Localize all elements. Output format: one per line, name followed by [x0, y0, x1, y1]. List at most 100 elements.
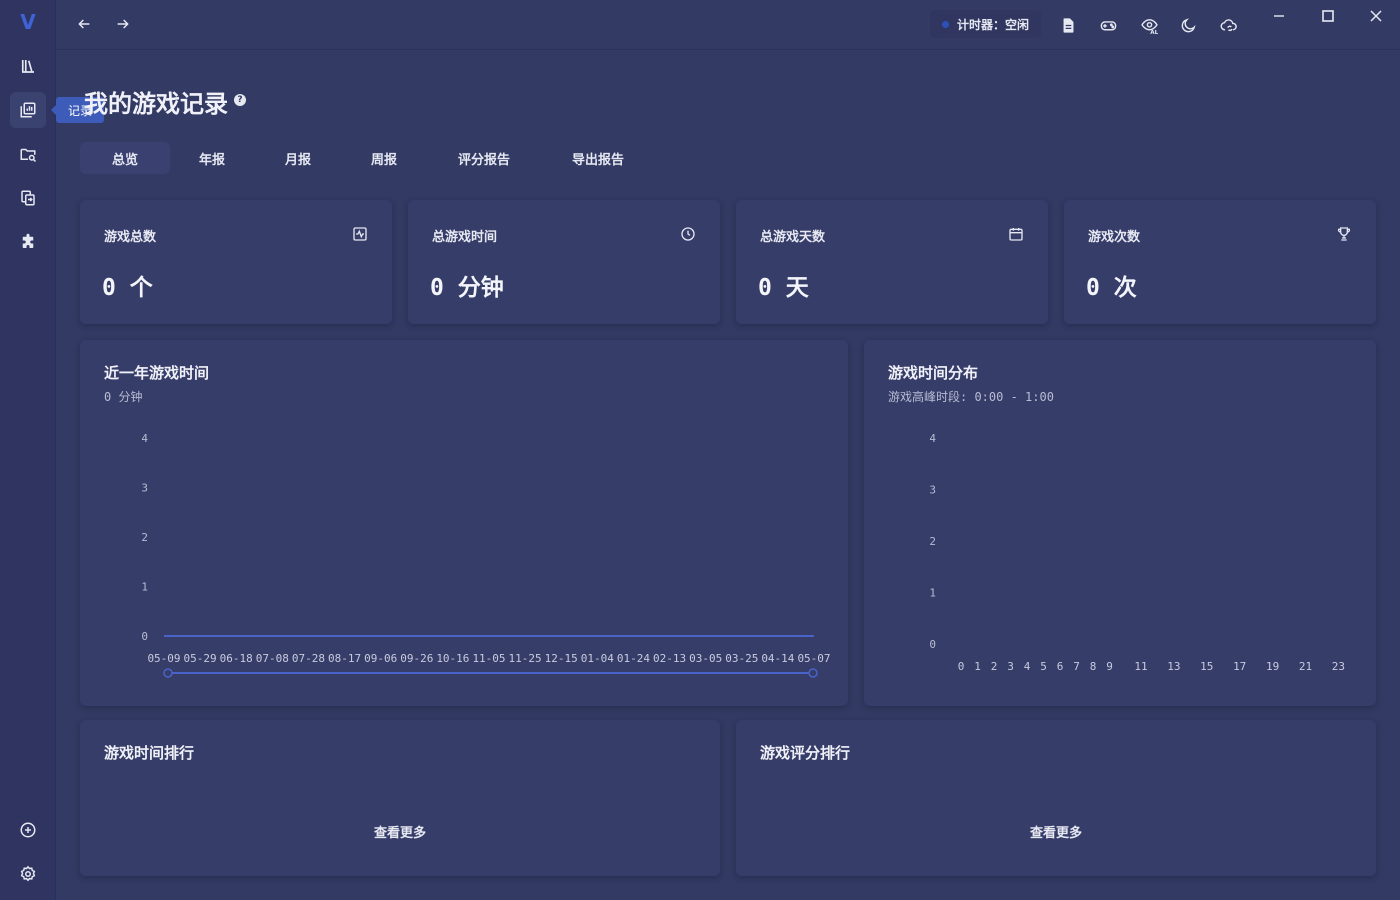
sidebar: V	[0, 0, 56, 900]
x-tick-label: 06-18	[220, 652, 253, 665]
maximize-button[interactable]	[1313, 4, 1343, 28]
timer-label: 计时器：空闲	[957, 17, 1030, 32]
x-tick-label: 03-05	[689, 652, 722, 665]
x-tick-label: 09-06	[364, 652, 397, 665]
time-distribution-panel: 游戏时间分布 游戏高峰时段: 0:00 - 1:00 0123401234567…	[864, 340, 1376, 706]
tab-export-report[interactable]: 导出报告	[550, 142, 646, 174]
document-button[interactable]	[1053, 10, 1083, 40]
maximize-icon	[1322, 10, 1334, 22]
x-tick-label: 01-24	[617, 652, 650, 665]
zoom-handle-end	[808, 668, 818, 678]
y-tick-label: 3	[141, 482, 148, 495]
sidebar-item-library[interactable]	[10, 48, 46, 84]
stat-value: 0 分钟	[430, 275, 504, 301]
x-tick-label: 10-16	[436, 652, 469, 665]
chart-icon	[20, 102, 36, 118]
x-tick-label: 19	[1266, 660, 1279, 673]
stat-label: 总游戏天数	[760, 230, 826, 245]
plus-circle-icon	[20, 822, 36, 838]
sidebar-item-record[interactable]	[10, 92, 46, 128]
document-icon	[1063, 17, 1073, 33]
transfer-icon	[21, 190, 35, 206]
y-tick-label: 4	[141, 432, 148, 445]
x-tick-label: 0	[958, 660, 965, 673]
tab-yearly[interactable]: 年报	[170, 142, 254, 174]
trophy-icon	[1337, 227, 1351, 241]
x-tick-label: 9	[1106, 660, 1113, 673]
distribution-bar-chart[interactable]: 012340 1 2 3 4 5 6 7 8 9 11 13 15 17 19 21 23	[864, 340, 1376, 706]
score-ranking-panel: 游戏评分排行 查看更多	[736, 720, 1376, 876]
x-tick-label: 23	[1332, 660, 1345, 673]
minimize-icon	[1274, 15, 1284, 17]
y-tick-label: 1	[929, 587, 936, 600]
theme-toggle-button[interactable]	[1173, 10, 1203, 40]
cloud-sync-button[interactable]	[1213, 10, 1243, 40]
sidebar-item-scan[interactable]	[10, 136, 46, 172]
x-tick-label: 17	[1233, 660, 1246, 673]
x-tick-label: 03-25	[725, 652, 758, 665]
sidebar-item-plugins[interactable]	[10, 224, 46, 260]
timer-status[interactable]: 计时器：空闲	[930, 10, 1042, 38]
y-tick-label: 3	[929, 484, 936, 497]
clock-icon	[681, 227, 695, 241]
calendar-icon	[1009, 228, 1023, 241]
x-tick-label: 21	[1299, 660, 1312, 673]
stat-label: 游戏次数	[1088, 230, 1141, 245]
sidebar-settings-button[interactable]	[10, 856, 46, 892]
y-tick-label: 4	[929, 432, 936, 445]
timer-status-dot	[942, 20, 949, 28]
x-tick-label: 5	[1040, 660, 1047, 673]
stat-label: 游戏总数	[104, 230, 157, 245]
minimize-button[interactable]	[1264, 4, 1294, 28]
x-tick-label: 4	[1024, 660, 1031, 673]
yearly-line-chart[interactable]: 0 1 2 3 4 05-09 05-29 06-18 07-08 07-28 08-17 09-06…	[80, 340, 848, 706]
library-icon	[21, 60, 34, 73]
back-button[interactable]	[68, 8, 100, 40]
panel-title: 游戏评分排行	[760, 744, 851, 762]
close-button[interactable]	[1361, 4, 1391, 28]
tab-score-report[interactable]: 评分报告	[436, 142, 532, 174]
y-tick-label: 0	[141, 630, 148, 643]
activity-icon	[353, 227, 367, 241]
stat-label: 总游戏时间	[432, 230, 498, 245]
stat-value: 0 个	[102, 275, 153, 301]
gear-icon	[20, 865, 36, 882]
x-tick-label: 07-28	[292, 652, 325, 665]
x-tick-label: 6	[1057, 660, 1064, 673]
moon-icon	[1181, 17, 1196, 32]
x-tick-label: 12-15	[545, 652, 578, 665]
puzzle-icon	[22, 233, 34, 248]
x-tick-label: 11-05	[472, 652, 505, 665]
x-tick-label: 05-09	[147, 652, 180, 665]
page-title: 我的游戏记录	[84, 90, 228, 118]
gamepad-button[interactable]	[1093, 10, 1123, 40]
y-tick-label: 1	[141, 581, 148, 594]
sidebar-add-button[interactable]	[10, 812, 46, 848]
x-tick-label: 08-17	[328, 652, 361, 665]
x-tick-label: 04-14	[761, 652, 794, 665]
svg-text:ALL: ALL	[1150, 30, 1158, 34]
tab-monthly[interactable]: 月报	[256, 142, 340, 174]
stat-value: 0 次	[1086, 275, 1137, 301]
sidebar-item-transfer[interactable]	[10, 180, 46, 216]
view-more-link[interactable]: 查看更多	[1030, 822, 1082, 841]
eye-all-icon: ALL	[1140, 18, 1158, 34]
tab-overview[interactable]: 总览	[80, 142, 170, 174]
y-tick-label: 0	[929, 638, 936, 651]
x-tick-label: 09-26	[400, 652, 433, 665]
tab-weekly[interactable]: 周报	[342, 142, 426, 174]
x-tick-label: 13	[1167, 660, 1180, 673]
gamepad-icon	[1100, 20, 1116, 30]
stat-card-play-count: 游戏次数 0 次	[1064, 200, 1376, 324]
x-tick-label: 3	[1007, 660, 1014, 673]
cloud-sync-icon	[1220, 18, 1237, 31]
panel-title: 游戏时间排行	[104, 744, 195, 762]
view-more-link[interactable]: 查看更多	[374, 822, 426, 841]
view-all-button[interactable]: ALL	[1134, 10, 1164, 40]
forward-button[interactable]	[107, 8, 139, 40]
x-tick-label: 11-25	[509, 652, 542, 665]
help-icon[interactable]: ?	[234, 94, 246, 106]
x-tick-label: 11	[1134, 660, 1147, 673]
time-ranking-panel: 游戏时间排行 查看更多	[80, 720, 720, 876]
x-tick-label: 01-04	[581, 652, 614, 665]
